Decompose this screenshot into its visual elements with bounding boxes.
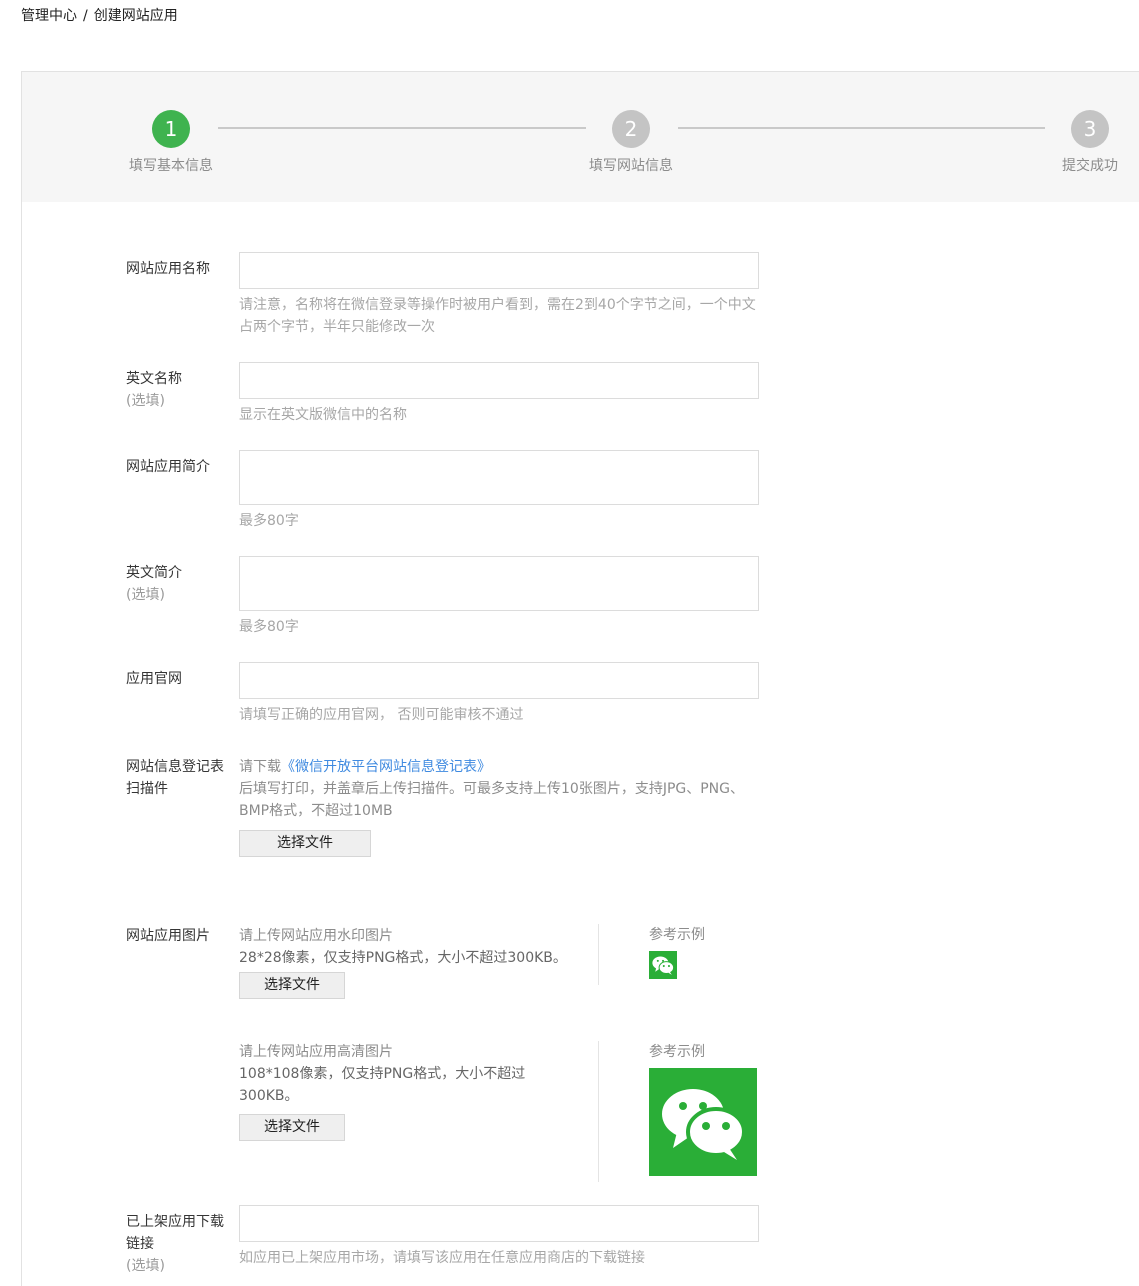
download-link-label: 已上架应用下载链接 <box>126 1214 224 1252</box>
download-link-hint: 如应用已上架应用市场，请填写该应用在任意应用商店的下载链接 <box>239 1250 645 1266</box>
english-name-label: 英文名称 <box>126 371 182 387</box>
hd-reference-title: 参考示例 <box>649 1044 705 1060</box>
registration-download-line: 请下载《微信开放平台网站信息登记表》 <box>239 756 754 778</box>
app-name-hint: 请注意，名称将在微信登录等操作时被用户看到，需在2到40个字节之间，一个中文占两… <box>239 297 756 335</box>
step-3-number: 3 <box>1071 110 1109 148</box>
official-site-hint: 请填写正确的应用官网， 否则可能审核不通过 <box>239 707 524 723</box>
download-link-label-group: 已上架应用下载链接 (选填) <box>126 1211 231 1277</box>
english-name-optional: (选填) <box>126 393 165 409</box>
wechat-large-icon-svg <box>662 1089 746 1160</box>
step-indicator: 1 填写基本信息 2 填写网站信息 3 提交成功 <box>22 72 1139 202</box>
step-1-number: 1 <box>152 110 190 148</box>
hd-choose-file-button[interactable]: 选择文件 <box>239 1114 345 1141</box>
breadcrumb-separator: / <box>83 8 88 24</box>
registration-label: 网站信息登记表扫描件 <box>126 759 224 797</box>
watermark-reference-title: 参考示例 <box>649 927 705 943</box>
app-image-label: 网站应用图片 <box>126 928 210 944</box>
english-name-input[interactable] <box>239 362 759 399</box>
english-intro-hint: 最多80字 <box>239 619 299 635</box>
step-connector-1 <box>218 127 586 129</box>
english-intro-label-group: 英文简介 (选填) <box>126 562 231 606</box>
watermark-image-title: 请上传网站应用水印图片 <box>239 928 393 944</box>
registration-choose-file-button[interactable]: 选择文件 <box>239 830 371 857</box>
app-name-input[interactable] <box>239 252 759 289</box>
step-1-label: 填写基本信息 <box>129 158 213 174</box>
step-connector-2 <box>678 127 1045 129</box>
app-intro-textarea[interactable] <box>239 450 759 505</box>
step-3-label: 提交成功 <box>1062 158 1118 174</box>
english-intro-label: 英文简介 <box>126 565 182 581</box>
watermark-divider <box>598 924 599 985</box>
app-intro-label: 网站应用简介 <box>126 459 210 475</box>
step-2-label: 填写网站信息 <box>589 158 673 174</box>
step-2: 2 填写网站信息 <box>579 110 683 176</box>
breadcrumb-root-link[interactable]: 管理中心 <box>21 8 77 24</box>
registration-desc: 后填写打印，并盖章后上传扫描件。可最多支持上传10张图片，支持JPG、PNG、B… <box>239 781 744 819</box>
official-site-input[interactable] <box>239 662 759 699</box>
app-name-label: 网站应用名称 <box>126 261 210 277</box>
wechat-large-icon <box>649 1068 757 1176</box>
official-site-label: 应用官网 <box>126 671 182 687</box>
step-3: 3 提交成功 <box>1052 110 1128 176</box>
download-link-optional: (选填) <box>126 1258 165 1274</box>
english-intro-optional: (选填) <box>126 587 165 603</box>
english-name-label-group: 英文名称 (选填) <box>126 368 231 412</box>
hd-divider <box>598 1041 599 1182</box>
hd-image-title: 请上传网站应用高清图片 <box>239 1044 393 1060</box>
watermark-choose-file-button[interactable]: 选择文件 <box>239 972 345 999</box>
download-link-input[interactable] <box>239 1205 759 1242</box>
wechat-small-icon <box>649 951 677 979</box>
english-name-hint: 显示在英文版微信中的名称 <box>239 407 407 423</box>
breadcrumb: 管理中心 / 创建网站应用 <box>21 6 178 26</box>
breadcrumb-current: 创建网站应用 <box>93 8 178 24</box>
app-intro-hint: 最多80字 <box>239 513 299 529</box>
registration-prefix: 请下载 <box>239 759 281 775</box>
step-1: 1 填写基本信息 <box>119 110 223 176</box>
hd-image-desc: 108*108像素，仅支持PNG格式，大小不超过300KB。 <box>239 1066 526 1104</box>
registration-form-download-link[interactable]: 《微信开放平台网站信息登记表》 <box>281 759 491 775</box>
step-2-number: 2 <box>612 110 650 148</box>
english-intro-textarea[interactable] <box>239 556 759 611</box>
wechat-small-icon-svg <box>652 956 675 975</box>
watermark-image-desc: 28*28像素，仅支持PNG格式，大小不超过300KB。 <box>239 950 567 966</box>
